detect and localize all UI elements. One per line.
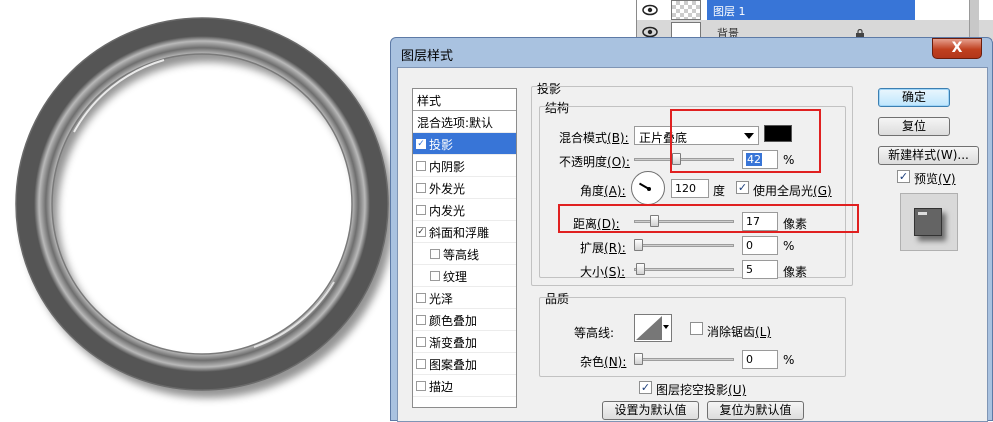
style-item-checkbox[interactable]	[416, 337, 426, 347]
noise-slider[interactable]	[634, 353, 734, 365]
style-item-label: 颜色叠加	[429, 314, 478, 328]
spread-input[interactable]: 0	[742, 236, 778, 255]
eye-icon[interactable]	[641, 3, 659, 17]
style-item[interactable]: 纹理	[413, 265, 516, 287]
pixels-unit: 像素	[783, 265, 808, 279]
style-item[interactable]: 光泽	[413, 287, 516, 309]
spread-slider[interactable]	[634, 239, 734, 251]
dropdown-arrow-icon[interactable]	[663, 325, 669, 329]
style-item-label: 内阴影	[429, 160, 466, 174]
style-item-label: 渐变叠加	[429, 336, 478, 350]
slider-thumb[interactable]	[634, 353, 643, 365]
layers-panel: 图层 1 背景	[636, 0, 993, 42]
layer-thumbnail	[671, 0, 701, 20]
global-light-label: 使用全局光(G)	[753, 184, 832, 198]
opacity-label: 不透明度(O):	[559, 155, 630, 169]
blend-options-item[interactable]: 混合选项:默认	[413, 111, 516, 133]
reset-button[interactable]: 复位	[878, 117, 950, 136]
style-item-checkbox[interactable]	[416, 381, 426, 391]
dialog-titlebar[interactable]: 图层样式 X	[391, 38, 992, 67]
layer-name[interactable]: 图层 1	[707, 0, 915, 20]
style-item-checkbox[interactable]	[416, 293, 426, 303]
annotation-box-blend-opacity	[670, 109, 821, 173]
style-item-checkbox[interactable]	[430, 249, 440, 259]
angle-dial[interactable]	[631, 171, 665, 205]
preview-label: 预览(V)	[914, 172, 956, 186]
reset-default-button[interactable]: 复位为默认值	[707, 401, 804, 420]
style-item-checkbox[interactable]	[416, 315, 426, 325]
size-slider[interactable]	[634, 263, 734, 275]
style-item-checkbox[interactable]	[430, 271, 440, 281]
size-input[interactable]: 5	[742, 260, 778, 279]
style-item-checkbox[interactable]	[416, 359, 426, 369]
knockout-label: 图层挖空投影(U)	[656, 383, 747, 397]
knockout-checkbox[interactable]: ✓	[639, 381, 652, 394]
spread-label: 扩展(R):	[580, 241, 626, 255]
new-style-button[interactable]: 新建样式(W)...	[878, 146, 979, 165]
angle-label: 角度(A):	[580, 184, 626, 198]
layers-scrollbar[interactable]	[969, 0, 979, 40]
annotation-box-distance	[558, 204, 859, 233]
style-list: 样式 混合选项:默认 ✓ 投影 内阴影 外发光 内发光 ✓ 斜面和浮雕 等高线 纹理 光泽 颜色叠加…	[412, 88, 517, 408]
close-button[interactable]: X	[932, 38, 982, 59]
size-label: 大小(S):	[580, 265, 626, 279]
contour-preview-icon	[636, 316, 662, 340]
angle-input[interactable]: 120	[671, 179, 709, 198]
style-item-label: 外发光	[429, 182, 466, 196]
blend-mode-label: 混合模式(B):	[559, 131, 629, 145]
preview-checkbox[interactable]: ✓	[897, 170, 910, 183]
set-default-button[interactable]: 设置为默认值	[602, 401, 699, 420]
percent-unit: %	[783, 353, 795, 367]
style-item[interactable]: 内阴影	[413, 155, 516, 177]
style-item[interactable]: 图案叠加	[413, 353, 516, 375]
style-item[interactable]: 渐变叠加	[413, 331, 516, 353]
style-item-label: 图案叠加	[429, 358, 478, 372]
style-item-label: 等高线	[443, 248, 480, 262]
style-item[interactable]: 颜色叠加	[413, 309, 516, 331]
style-item-label: 纹理	[443, 270, 468, 284]
style-preview-thumbnail	[900, 193, 958, 251]
contour-label: 等高线:	[574, 326, 615, 340]
noise-input[interactable]: 0	[742, 350, 778, 369]
degree-unit: 度	[713, 184, 726, 198]
style-item-label: 描边	[429, 380, 454, 394]
style-item-label: 内发光	[429, 204, 466, 218]
style-list-header[interactable]: 样式	[413, 89, 516, 111]
canvas-metal-ring	[14, 12, 404, 410]
layer-row-1[interactable]: 图层 1	[637, 0, 993, 20]
dialog-title: 图层样式	[401, 49, 454, 64]
style-item[interactable]: ✓ 斜面和浮雕	[413, 221, 516, 243]
style-item[interactable]: 内发光	[413, 199, 516, 221]
contour-picker[interactable]	[634, 314, 672, 342]
style-item-label: 斜面和浮雕	[429, 226, 490, 240]
percent-unit: %	[783, 239, 795, 253]
style-item[interactable]: ✓ 投影	[413, 133, 516, 155]
style-item-checkbox[interactable]: ✓	[416, 139, 426, 149]
global-light-checkbox[interactable]: ✓	[736, 181, 749, 194]
slider-thumb[interactable]	[636, 263, 645, 275]
slider-thumb[interactable]	[634, 239, 643, 251]
ok-button[interactable]: 确定	[878, 88, 950, 107]
style-item-checkbox[interactable]	[416, 183, 426, 193]
style-item[interactable]: 等高线	[413, 243, 516, 265]
style-item-label: 投影	[429, 138, 454, 152]
style-item-checkbox[interactable]: ✓	[416, 227, 426, 237]
style-item-checkbox[interactable]	[416, 205, 426, 215]
style-item[interactable]: 外发光	[413, 177, 516, 199]
style-item-checkbox[interactable]	[416, 161, 426, 171]
style-item-label: 光泽	[429, 292, 454, 306]
noise-label: 杂色(N):	[580, 355, 627, 369]
style-item[interactable]: 描边	[413, 375, 516, 397]
antialias-label: 消除锯齿(L)	[707, 325, 772, 339]
antialias-checkbox[interactable]	[690, 322, 703, 335]
